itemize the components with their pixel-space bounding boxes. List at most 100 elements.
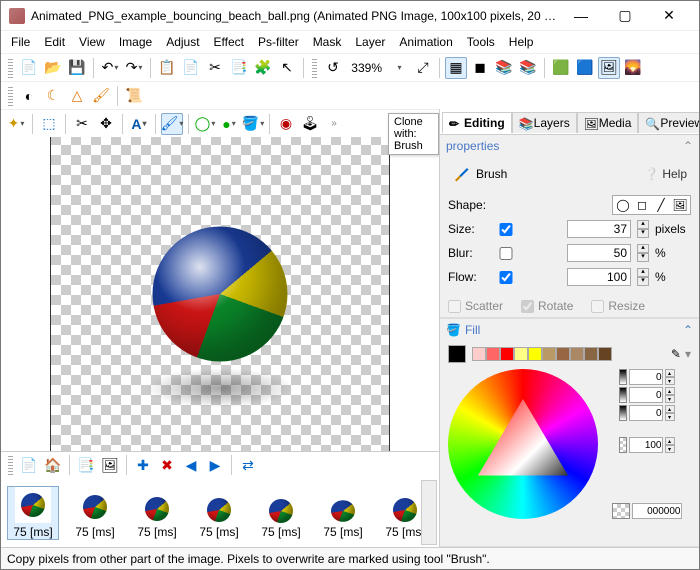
text-tool[interactable]: A▾: [128, 113, 150, 135]
resize-checkbox[interactable]: Resize: [591, 299, 645, 313]
flow-checkbox[interactable]: [498, 271, 514, 284]
flow-spinner[interactable]: ▴▾: [637, 268, 649, 286]
overflow-button[interactable]: »: [323, 113, 345, 135]
color-triangle[interactable]: [478, 399, 568, 489]
bucket-tool[interactable]: 🪣▾: [242, 113, 264, 135]
sat-input[interactable]: [629, 387, 663, 403]
swatch[interactable]: [598, 347, 612, 361]
frame-del-button[interactable]: ✖: [156, 454, 178, 476]
menu-psfilter[interactable]: Ps-filter: [252, 33, 305, 51]
thumb3-button[interactable]: 🖼: [598, 57, 620, 79]
frame-thumb[interactable]: 75 [ms]: [255, 487, 307, 539]
brush-adj-button[interactable]: 🖌: [90, 85, 112, 107]
thumb1-button[interactable]: 🟩: [550, 57, 572, 79]
color-wheel[interactable]: [448, 369, 598, 519]
alpha-input[interactable]: [629, 437, 663, 453]
spinner[interactable]: ▴▾: [665, 405, 675, 421]
tab-preview[interactable]: 🔍Preview: [638, 112, 699, 133]
open-button[interactable]: 📂: [42, 57, 64, 79]
redo-button[interactable]: ↷▾: [123, 57, 145, 79]
save-button[interactable]: 💾: [66, 57, 88, 79]
shape-tool[interactable]: ◯▾: [194, 113, 216, 135]
zoom-value[interactable]: 339%: [346, 61, 386, 75]
grid-button[interactable]: ▦: [445, 57, 467, 79]
hue-gradient[interactable]: [619, 369, 627, 385]
menu-mask[interactable]: Mask: [307, 33, 348, 51]
grip-icon[interactable]: [8, 455, 13, 475]
brush-tool[interactable]: 🖌▾: [161, 113, 183, 135]
target-tool[interactable]: ◉: [275, 113, 297, 135]
hue-input[interactable]: [629, 369, 663, 385]
size-checkbox[interactable]: [498, 223, 514, 236]
swatch-menu-button[interactable]: ▾: [685, 347, 691, 361]
size-input[interactable]: [567, 220, 631, 238]
frame-dup-button[interactable]: 📑: [75, 454, 97, 476]
menu-view[interactable]: View: [73, 33, 111, 51]
scrollbar[interactable]: [421, 480, 437, 545]
picker-button[interactable]: ↖: [276, 57, 298, 79]
curve-button[interactable]: ☾: [42, 85, 64, 107]
cut-button[interactable]: ✂: [204, 57, 226, 79]
menu-animation[interactable]: Animation: [393, 33, 458, 51]
contrast-button[interactable]: ◐: [18, 85, 40, 107]
shape-slash-button[interactable]: ╱: [652, 197, 670, 213]
zoom-dropdown-button[interactable]: ▾: [388, 57, 410, 79]
layer-stack2-button[interactable]: 📚: [517, 57, 539, 79]
blur-input[interactable]: [567, 244, 631, 262]
size-spinner[interactable]: ▴▾: [637, 220, 649, 238]
levels-button[interactable]: △: [66, 85, 88, 107]
paste-button[interactable]: 📄: [180, 57, 202, 79]
swatch[interactable]: [542, 347, 556, 361]
shape-circle-button[interactable]: ◯: [614, 197, 632, 213]
thumb2-button[interactable]: 🟦: [574, 57, 596, 79]
eyedropper-icon[interactable]: ✎: [671, 347, 681, 361]
rotate-ccw-button[interactable]: ↺: [322, 57, 344, 79]
undo-button[interactable]: ↶▾: [99, 57, 121, 79]
alpha-gradient[interactable]: [619, 437, 627, 453]
swatch[interactable]: [514, 347, 528, 361]
swatch[interactable]: [500, 347, 514, 361]
frame-left-button[interactable]: ◀: [180, 454, 202, 476]
frames-strip[interactable]: 75 [ms] 75 [ms] 75 [ms] 75 [ms] 75 [ms] …: [1, 478, 439, 547]
tab-media[interactable]: 🖼Media: [577, 112, 639, 133]
canvas-viewport[interactable]: [50, 137, 390, 451]
menu-image[interactable]: Image: [113, 33, 158, 51]
collapse-icon[interactable]: ⌃: [683, 139, 693, 153]
grip-icon[interactable]: [312, 58, 317, 78]
menu-file[interactable]: File: [5, 33, 36, 51]
swatch[interactable]: [584, 347, 598, 361]
frame-thumb[interactable]: 75 [ms]: [317, 487, 369, 539]
layer-stack-button[interactable]: 📚: [493, 57, 515, 79]
frame-right-button[interactable]: ▶: [204, 454, 226, 476]
blur-checkbox[interactable]: [498, 247, 514, 260]
menu-layer[interactable]: Layer: [349, 33, 391, 51]
properties-header[interactable]: properties ⌃: [440, 135, 699, 157]
fill-header[interactable]: 🪣 Fill ⌃: [440, 318, 699, 341]
swatch[interactable]: [486, 347, 500, 361]
spinner[interactable]: ▴▾: [665, 437, 675, 453]
frame-home-button[interactable]: 🏠: [42, 454, 64, 476]
frame-thumb[interactable]: 75 [ms]: [69, 487, 121, 539]
menu-adjust[interactable]: Adjust: [160, 33, 205, 51]
minimize-button[interactable]: —: [559, 2, 603, 30]
val-gradient[interactable]: [619, 405, 627, 421]
crop-tool[interactable]: ✂: [71, 113, 93, 135]
thumb4-button[interactable]: 🌄: [622, 57, 644, 79]
tab-editing[interactable]: ✏Editing: [442, 112, 512, 133]
flow-input[interactable]: [567, 268, 631, 286]
spinner[interactable]: ▴▾: [665, 369, 675, 385]
frame-new-button[interactable]: 📄: [18, 454, 40, 476]
menu-help[interactable]: Help: [503, 33, 540, 51]
rotate-checkbox[interactable]: Rotate: [521, 299, 573, 313]
frame-thumb[interactable]: 75 [ms]: [131, 487, 183, 539]
hex-input[interactable]: [632, 503, 682, 519]
paste2-button[interactable]: 📑: [228, 57, 250, 79]
grip-icon[interactable]: [8, 58, 13, 78]
tab-layers[interactable]: 📚Layers: [512, 112, 577, 133]
frame-thumb[interactable]: 75 [ms]: [7, 486, 59, 540]
spinner[interactable]: ▴▾: [665, 387, 675, 403]
swatch[interactable]: [556, 347, 570, 361]
swatch[interactable]: [570, 347, 584, 361]
zoom-fit-button[interactable]: ⤢: [412, 57, 434, 79]
sat-gradient[interactable]: [619, 387, 627, 403]
